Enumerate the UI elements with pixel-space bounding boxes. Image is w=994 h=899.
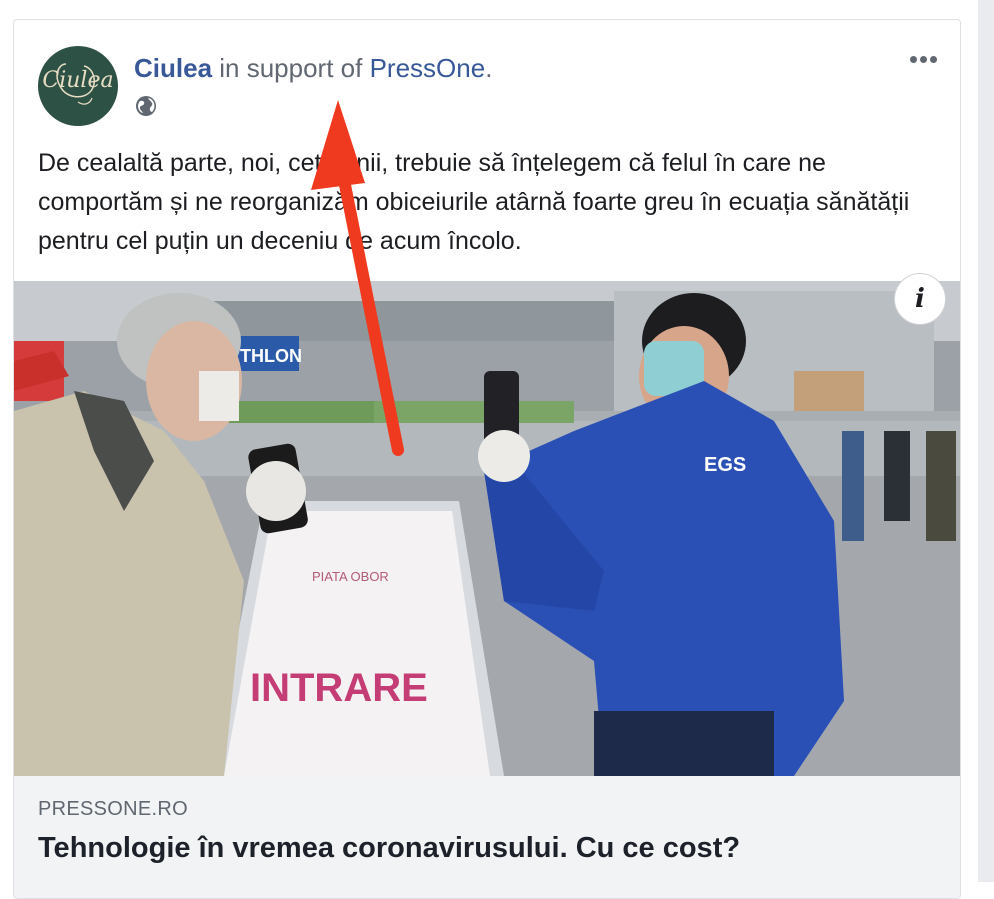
- header-connector-text: in support of: [212, 53, 370, 83]
- link-domain: PRESSONE.RO: [38, 798, 188, 820]
- avatar-label: Ciulea: [42, 68, 114, 93]
- post-text: De cealaltă parte, noi, cetățenii, trebu…: [38, 149, 910, 255]
- post-photo: THLON PIATA OBOR INTRARE EGS: [14, 281, 960, 776]
- info-icon[interactable]: i: [894, 273, 946, 325]
- header-period: .: [485, 53, 493, 83]
- post-card: Ciulea Ciulea in support of PressOne. De…: [13, 19, 961, 899]
- author-avatar[interactable]: Ciulea: [38, 46, 118, 126]
- sign-main-text: INTRARE: [250, 666, 428, 710]
- author-name-link[interactable]: Ciulea: [134, 53, 212, 83]
- supported-page-link[interactable]: PressOne: [370, 53, 486, 83]
- globe-icon[interactable]: [134, 94, 158, 118]
- more-options-icon[interactable]: [910, 50, 946, 70]
- jacket-logo-text: EGS: [704, 454, 746, 476]
- post-header: Ciulea in support of PressOne.: [134, 53, 492, 84]
- post-image[interactable]: THLON PIATA OBOR INTRARE EGS: [14, 281, 960, 776]
- page-background-strip: [978, 0, 994, 882]
- link-title[interactable]: Tehnologie în vremea coronavirusului. Cu…: [38, 832, 740, 865]
- sign-brand-text: PIATA OBOR: [312, 569, 389, 584]
- link-preview[interactable]: PRESSONE.RO Tehnologie în vremea coronav…: [14, 776, 960, 898]
- store-sign-text: THLON: [240, 346, 302, 366]
